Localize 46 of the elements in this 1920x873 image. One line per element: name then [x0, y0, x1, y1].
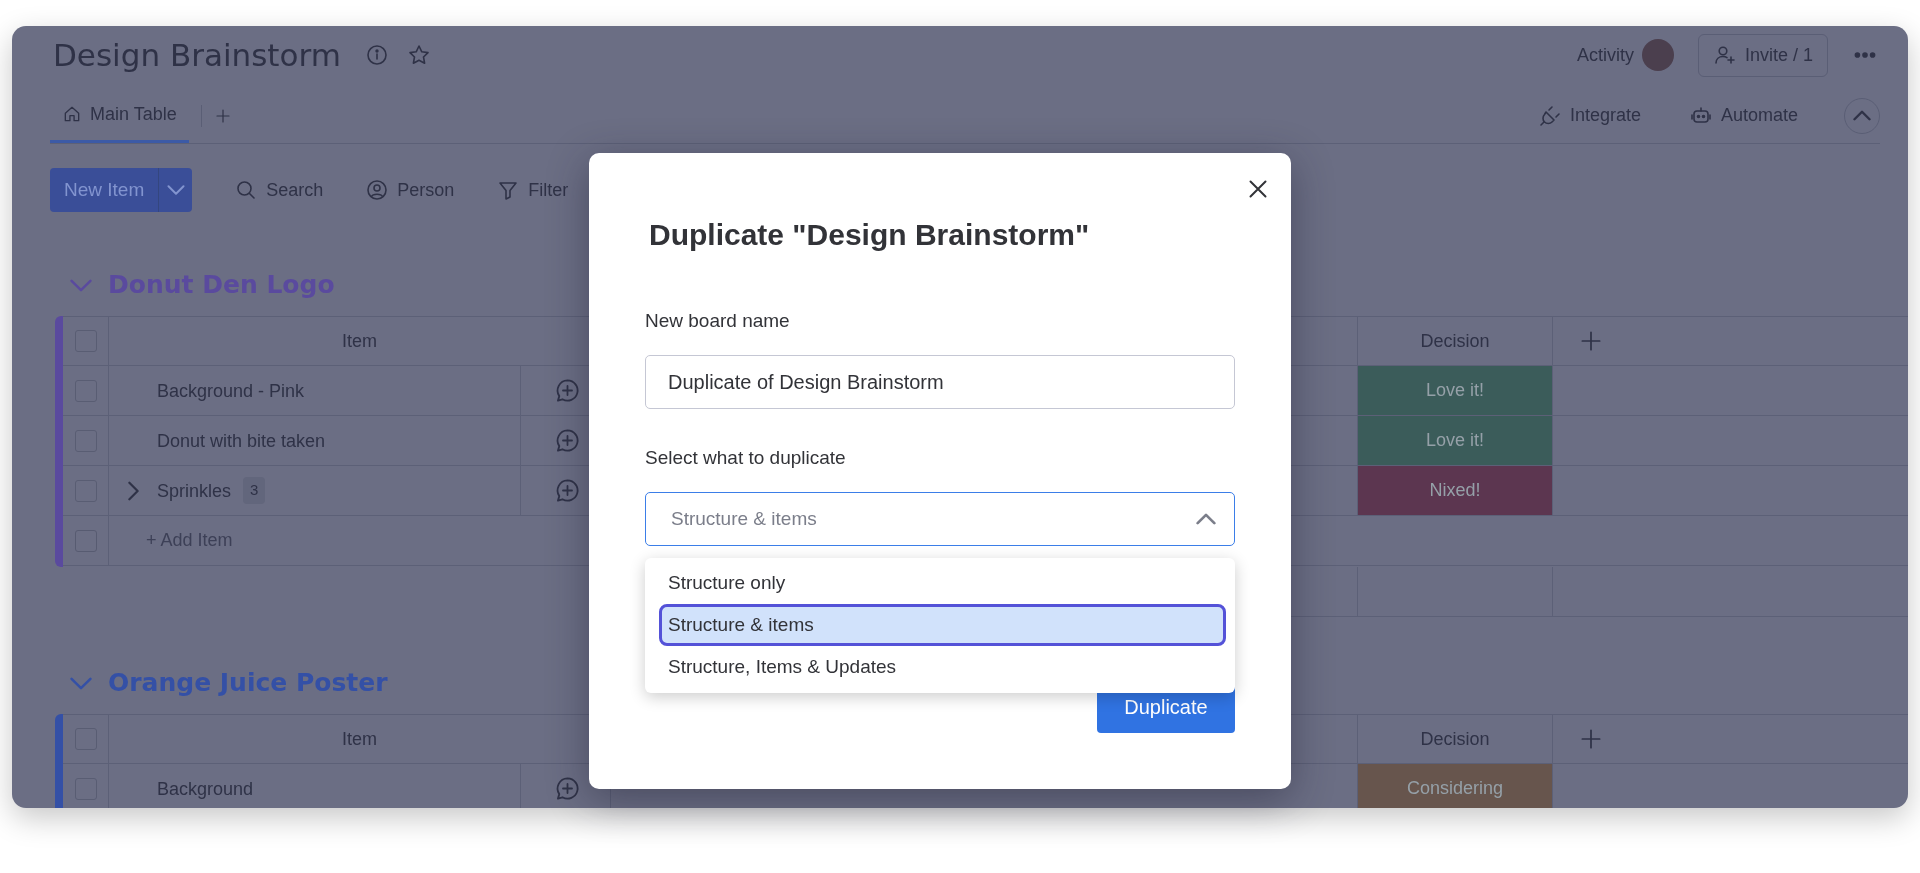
group-title: Orange Juice Poster: [108, 667, 388, 699]
field-label: New board name: [645, 309, 791, 333]
filter-button[interactable]: Filter: [496, 176, 569, 204]
chevron-down-icon[interactable]: [70, 278, 92, 292]
view-tab[interactable]: Main Table: [50, 88, 189, 143]
status-label[interactable]: Considering: [1358, 764, 1553, 808]
dropdown-option[interactable]: Structure & items: [659, 604, 1226, 646]
dialog-title: Duplicate "Design Brainstorm": [649, 217, 1091, 253]
invite-button[interactable]: Invite / 1: [1697, 33, 1828, 77]
chevron-down-icon: [166, 185, 185, 195]
dropdown-option[interactable]: Structure only: [659, 562, 1226, 604]
column-header: Decision: [1420, 728, 1490, 751]
item-name: Background - Pink: [157, 379, 305, 403]
home-icon: [62, 104, 82, 124]
chat-plus-icon[interactable]: [554, 427, 581, 454]
field-label: Select what to duplicate: [645, 446, 847, 470]
board-name-field[interactable]: Duplicate of Design Brainstorm: [645, 355, 1235, 409]
chevron-down-icon[interactable]: [70, 676, 92, 690]
activity-link[interactable]: Activity: [1576, 43, 1634, 67]
chat-plus-icon[interactable]: [554, 775, 581, 802]
column-header: Item: [342, 330, 377, 353]
search-button[interactable]: Search: [234, 176, 324, 204]
plug-icon: [1537, 103, 1562, 128]
new-item-button[interactable]: New Item: [50, 168, 193, 212]
person-icon: [365, 178, 390, 202]
chevron-right-icon[interactable]: [127, 480, 139, 501]
info-icon[interactable]: [364, 43, 389, 67]
column-header: Item: [342, 728, 377, 751]
item-name: Donut with bite taken: [157, 429, 326, 453]
chat-plus-icon[interactable]: [554, 377, 581, 404]
automate-button[interactable]: Automate: [1688, 102, 1798, 129]
duplicate-select[interactable]: Structure & items: [645, 492, 1235, 546]
item-name: Background: [157, 777, 254, 801]
status-label[interactable]: Love it!: [1358, 416, 1553, 465]
item-name: Sprinkles: [157, 479, 232, 503]
integrate-button[interactable]: Integrate: [1537, 102, 1641, 129]
chevron-up-icon: [1853, 110, 1871, 121]
column-header: Decision: [1420, 330, 1490, 353]
star-icon[interactable]: [406, 43, 431, 67]
board-title: Design Brainstorm: [53, 36, 341, 75]
person-button[interactable]: Person: [365, 176, 455, 204]
avatar[interactable]: [1641, 39, 1674, 71]
chat-plus-icon[interactable]: [554, 477, 581, 504]
add-person-icon: [1712, 43, 1737, 67]
status-label[interactable]: Love it!: [1358, 366, 1553, 415]
status-label[interactable]: Nixed!: [1358, 466, 1553, 515]
